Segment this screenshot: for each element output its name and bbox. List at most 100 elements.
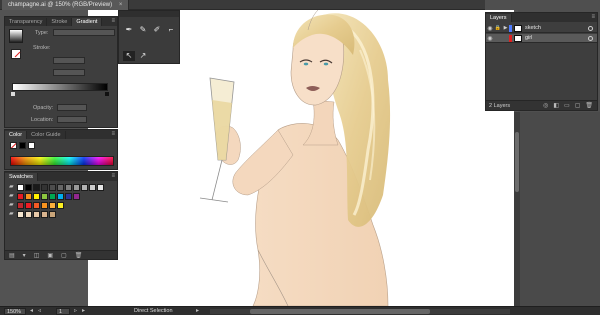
opacity-field[interactable] xyxy=(57,104,87,111)
dock-area xyxy=(520,112,600,306)
swatch[interactable] xyxy=(25,211,32,218)
swatch[interactable] xyxy=(33,193,40,200)
gradient-preview-swatch[interactable] xyxy=(9,29,23,43)
swatch[interactable] xyxy=(65,184,72,191)
color-panel-menu-icon[interactable]: ≡ xyxy=(111,131,115,138)
swatch-group-folder-icon[interactable]: ▰ xyxy=(9,211,16,218)
swatch[interactable] xyxy=(97,184,104,191)
tab-transparency[interactable]: Transparency xyxy=(5,18,48,26)
next-artboard-icon[interactable]: ▹ xyxy=(74,308,77,315)
vertical-scroll-thumb[interactable] xyxy=(515,132,519,192)
swatch[interactable] xyxy=(25,193,32,200)
swatch[interactable] xyxy=(89,184,96,191)
target-icon[interactable] xyxy=(588,35,593,41)
close-tab-icon[interactable]: × xyxy=(119,2,123,8)
delete-anchor-tool-icon[interactable]: ✐ xyxy=(151,25,163,35)
none-color-icon[interactable] xyxy=(10,142,17,149)
show-kinds-icon[interactable]: ▾ xyxy=(23,252,26,259)
swatch[interactable] xyxy=(41,202,48,209)
new-sublayer-icon[interactable]: ▭ xyxy=(564,102,570,109)
tab-stroke[interactable]: Stroke xyxy=(47,18,73,26)
swatch[interactable] xyxy=(33,202,40,209)
convert-anchor-tool-icon[interactable]: ⌐ xyxy=(165,25,177,35)
panel-menu-icon[interactable]: ≡ xyxy=(111,18,115,25)
swatch-options-icon[interactable]: ◫ xyxy=(34,252,40,259)
gradient-stop-end[interactable] xyxy=(105,92,109,96)
layer-color-bar xyxy=(509,24,512,32)
white-swatch[interactable] xyxy=(28,142,35,149)
last-artboard-icon[interactable]: ▸ xyxy=(82,308,85,315)
swatches-menu-icon[interactable]: ≡ xyxy=(111,173,115,180)
swatch-group-folder-icon[interactable]: ▰ xyxy=(9,193,16,200)
direct-selection-tool-icon[interactable]: ↖ xyxy=(123,51,135,61)
gradient-stop-start[interactable] xyxy=(11,92,15,96)
color-spectrum[interactable] xyxy=(10,156,114,166)
locate-object-icon[interactable]: ◎ xyxy=(543,102,548,109)
zoom-field[interactable]: 150% xyxy=(4,308,26,315)
artboard-field[interactable]: 1 xyxy=(56,308,70,315)
swatch-library-icon[interactable]: ▤ xyxy=(9,252,15,259)
layer-thumbnail xyxy=(514,34,522,42)
swatch[interactable] xyxy=(57,184,64,191)
tab-color-guide[interactable]: Color Guide xyxy=(27,131,66,139)
swatch-group-folder-icon[interactable]: ▰ xyxy=(9,202,16,209)
clipping-mask-icon[interactable]: ◧ xyxy=(553,102,559,109)
swatch[interactable] xyxy=(49,202,56,209)
first-artboard-icon[interactable]: ◂ xyxy=(30,308,33,315)
swatch[interactable] xyxy=(49,193,56,200)
new-swatch-icon[interactable]: ▢ xyxy=(61,252,67,259)
tab-color[interactable]: Color xyxy=(5,131,28,139)
swatch[interactable] xyxy=(33,184,40,191)
tab-gradient[interactable]: Gradient xyxy=(72,18,103,26)
swatch[interactable] xyxy=(49,211,56,218)
aspect-ratio-field[interactable] xyxy=(53,69,85,76)
target-icon[interactable] xyxy=(588,25,593,31)
fill-stroke-icon[interactable] xyxy=(11,49,21,59)
delete-swatch-icon[interactable]: 🗑 xyxy=(75,252,83,259)
gradient-slider[interactable] xyxy=(12,83,108,91)
swatch[interactable] xyxy=(73,193,80,200)
lock-icon[interactable]: 🔒 xyxy=(494,25,502,31)
layers-menu-icon[interactable]: ≡ xyxy=(591,14,595,21)
swatch[interactable] xyxy=(49,184,56,191)
swatch[interactable] xyxy=(17,193,24,200)
swatch[interactable] xyxy=(73,184,80,191)
horizontal-scroll-thumb[interactable] xyxy=(250,309,430,314)
black-swatch[interactable] xyxy=(19,142,26,149)
swatch-group-folder-icon[interactable]: ▰ xyxy=(9,184,16,191)
swatch[interactable] xyxy=(17,184,24,191)
add-anchor-tool-icon[interactable]: ✎ xyxy=(137,25,149,35)
tab-layers[interactable]: Layers xyxy=(486,14,512,22)
swatch[interactable] xyxy=(25,184,32,191)
swatch[interactable] xyxy=(41,184,48,191)
swatch[interactable] xyxy=(57,193,64,200)
angle-field[interactable] xyxy=(53,57,85,64)
swatch[interactable] xyxy=(17,202,24,209)
swatch[interactable] xyxy=(33,211,40,218)
swatch[interactable] xyxy=(65,193,72,200)
swatch[interactable] xyxy=(57,202,64,209)
gradient-panel: Transparency Stroke Gradient ≡ Type: Str… xyxy=(4,16,118,128)
tab-swatches[interactable]: Swatches xyxy=(5,173,38,181)
new-color-group-icon[interactable]: ▣ xyxy=(47,252,53,259)
expand-triangle-icon[interactable]: ▶ xyxy=(502,25,509,31)
document-tab[interactable]: champagne.ai @ 150% (RGB/Preview) × xyxy=(2,0,130,10)
swatch[interactable] xyxy=(41,211,48,218)
delete-layer-icon[interactable]: 🗑 xyxy=(585,102,593,109)
swatch[interactable] xyxy=(41,193,48,200)
layer-row-sketch[interactable]: ◉ 🔒 ▶ sketch xyxy=(486,24,597,33)
location-field[interactable] xyxy=(57,116,87,123)
horizontal-scrollbar[interactable] xyxy=(210,309,510,314)
previous-artboard-icon[interactable]: ◃ xyxy=(38,308,41,315)
swatch[interactable] xyxy=(25,202,32,209)
visibility-eye-icon[interactable]: ◉ xyxy=(486,25,494,32)
layer-row-girl[interactable]: ◉ girl xyxy=(486,34,597,43)
swatch[interactable] xyxy=(17,211,24,218)
swatch[interactable] xyxy=(81,184,88,191)
status-menu-icon[interactable]: ▸ xyxy=(196,308,199,315)
new-layer-icon[interactable]: ▢ xyxy=(575,102,581,109)
type-dropdown[interactable] xyxy=(53,29,115,36)
visibility-eye-icon[interactable]: ◉ xyxy=(486,35,494,42)
pen-tool-icon[interactable]: ✒ xyxy=(123,25,135,35)
group-selection-tool-icon[interactable]: ↗ xyxy=(137,51,149,61)
